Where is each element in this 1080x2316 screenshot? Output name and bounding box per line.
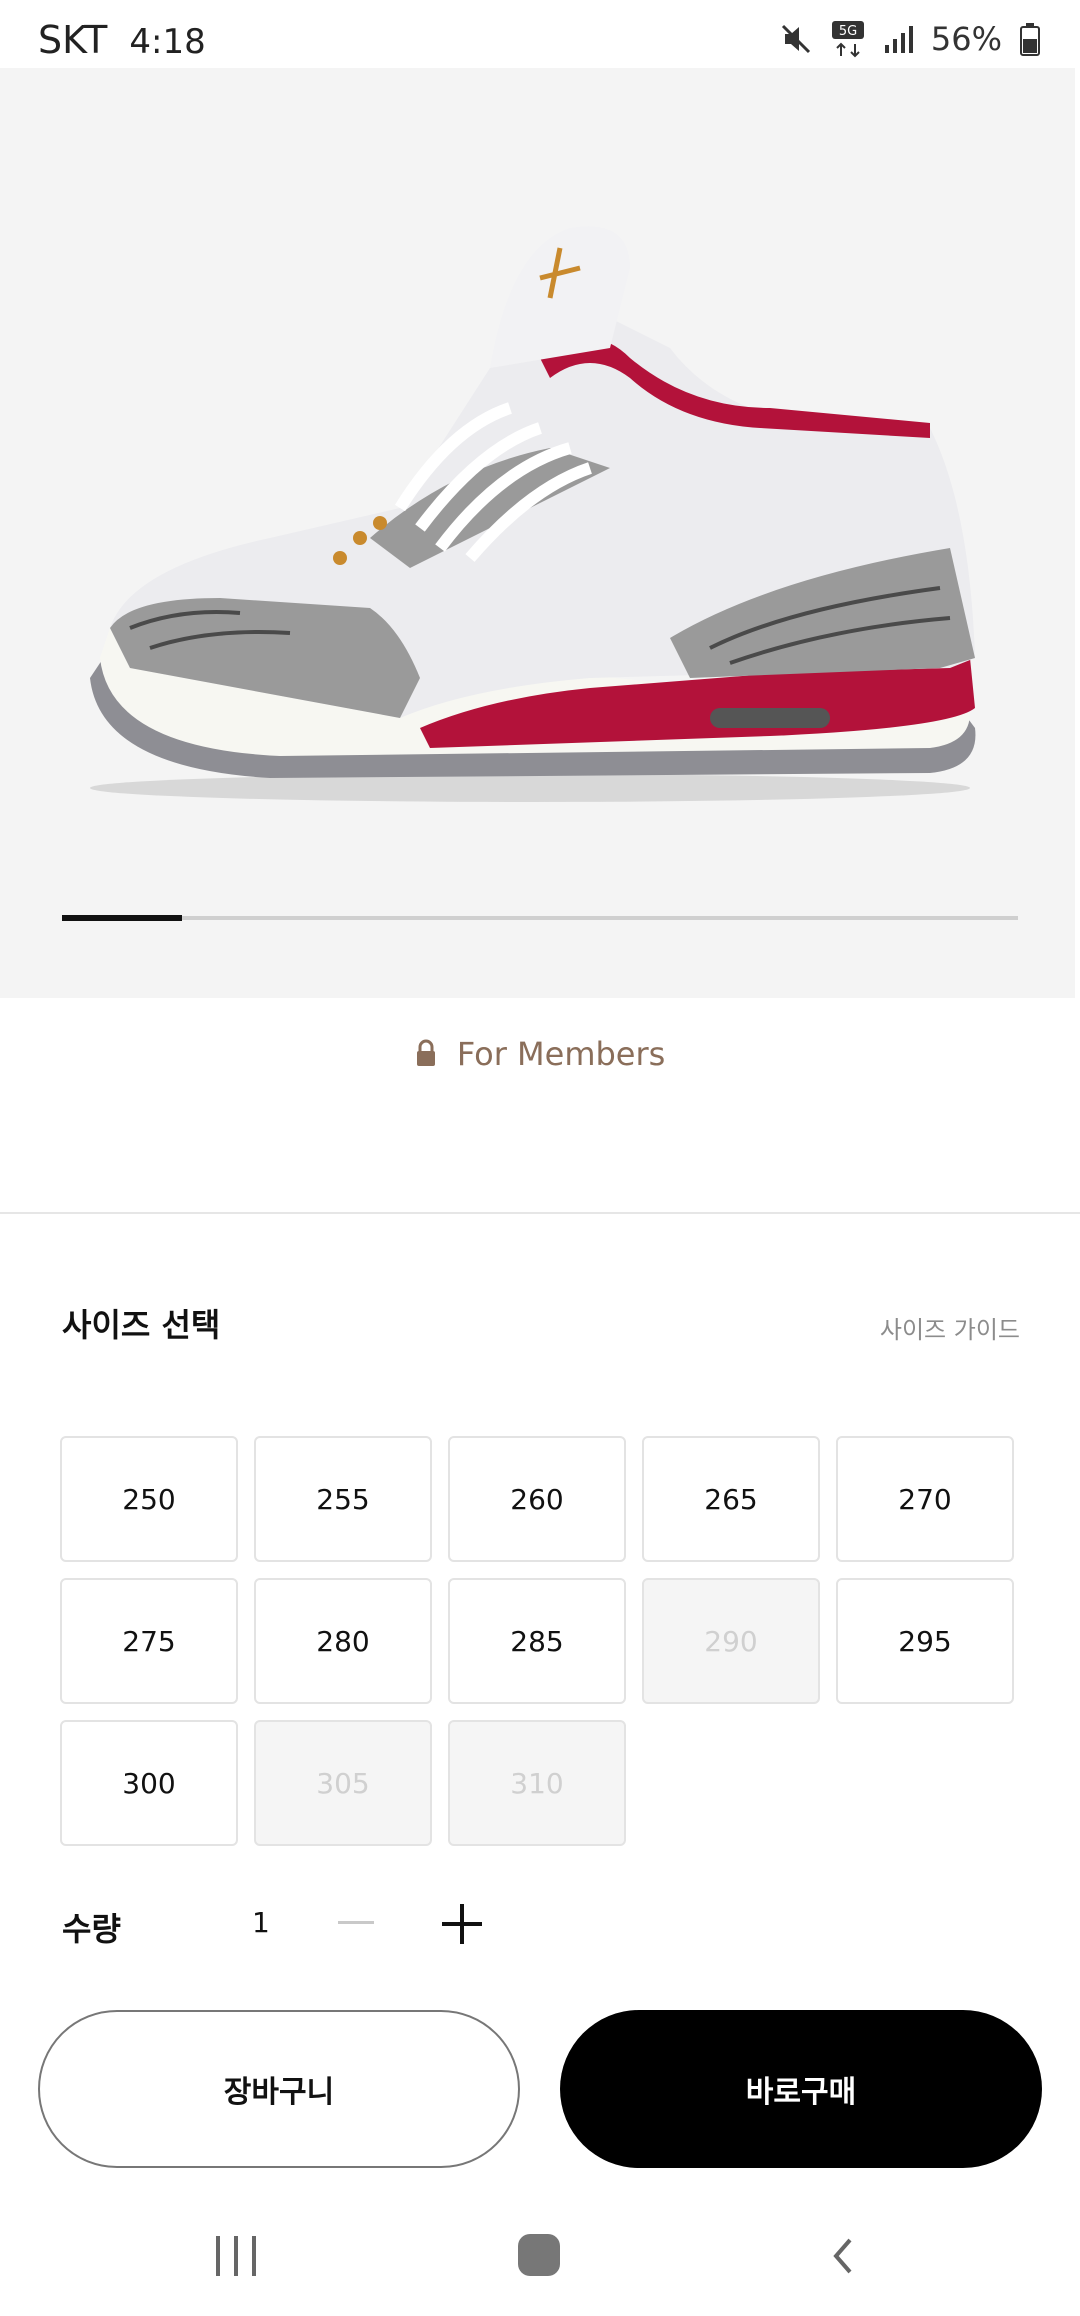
size-option-280[interactable]: 280 [254, 1578, 432, 1704]
size-guide-link[interactable]: 사이즈 가이드 [880, 1310, 1020, 1345]
size-option-250[interactable]: 250 [60, 1436, 238, 1562]
status-right: 5G 56% [779, 20, 1040, 58]
product-gallery[interactable] [0, 68, 1075, 998]
home-button[interactable] [518, 2234, 560, 2276]
quantity-decrease-button[interactable] [338, 1921, 374, 1924]
product-image [90, 226, 976, 802]
status-time: 4:18 [129, 22, 206, 62]
back-button[interactable] [824, 2236, 864, 2276]
size-option-255[interactable]: 255 [254, 1436, 432, 1562]
members-label: For Members [456, 1035, 666, 1073]
5g-icon: 5G [831, 20, 865, 58]
battery-icon [1020, 22, 1040, 56]
add-to-cart-label: 장바구니 [223, 2075, 335, 2110]
status-bar: SKT 4:18 5G 56% [0, 0, 1080, 70]
size-option-310: 310 [448, 1720, 626, 1846]
size-option-260[interactable]: 260 [448, 1436, 626, 1562]
quantity-value: 1 [252, 1906, 270, 1939]
battery-percent: 56% [930, 20, 1002, 58]
size-grid: 250 255 260 265 270 275 280 285 290 295 300 305 310 [60, 1436, 1018, 1846]
signal-icon [883, 23, 913, 55]
size-option-265[interactable]: 265 [642, 1436, 820, 1562]
size-option-285[interactable]: 285 [448, 1578, 626, 1704]
size-option-290: 290 [642, 1578, 820, 1704]
add-to-cart-button[interactable]: 장바구니 [38, 2010, 520, 2168]
quantity-increase-button[interactable] [442, 1904, 482, 1944]
back-icon [833, 2238, 852, 2274]
size-option-300[interactable]: 300 [60, 1720, 238, 1846]
recents-icon-bar [216, 2236, 220, 2276]
network-label: 5G [839, 24, 857, 39]
size-option-270[interactable]: 270 [836, 1436, 1014, 1562]
size-section-title: 사이즈 선택 [62, 1306, 221, 1344]
system-nav-bar [0, 2200, 1080, 2316]
mute-icon [779, 22, 813, 56]
recents-button[interactable] [216, 2236, 256, 2276]
gallery-progress-fill [62, 915, 182, 921]
quantity-label: 수량 [62, 1910, 121, 1948]
members-badge[interactable]: For Members [0, 1035, 1080, 1075]
recents-icon-bar [234, 2236, 238, 2276]
carrier-label: SKT [38, 18, 108, 62]
size-option-295[interactable]: 295 [836, 1578, 1014, 1704]
gallery-progress-track [62, 915, 1018, 921]
recents-icon-bar [252, 2236, 256, 2276]
status-left: SKT 4:18 [38, 18, 206, 62]
size-option-275[interactable]: 275 [60, 1578, 238, 1704]
buy-now-label: 바로구매 [745, 2075, 857, 2110]
section-divider [0, 1212, 1080, 1214]
size-option-305: 305 [254, 1720, 432, 1846]
buy-now-button[interactable]: 바로구매 [560, 2010, 1042, 2168]
lock-icon [415, 1037, 437, 1075]
